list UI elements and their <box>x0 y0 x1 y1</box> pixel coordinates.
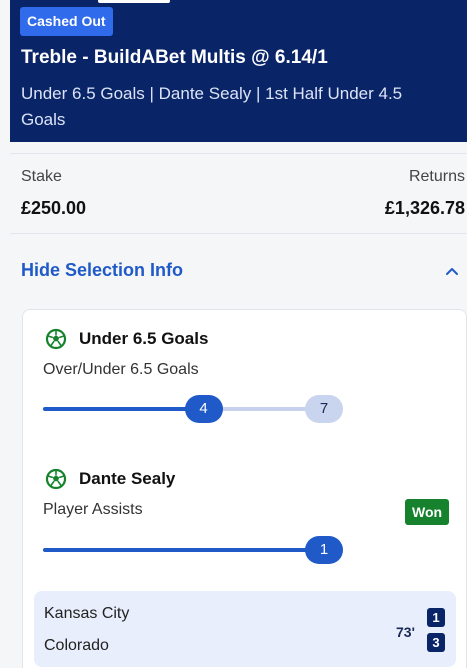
cashed-out-badge: Cashed Out <box>20 7 113 36</box>
stake-label: Stake <box>21 168 62 185</box>
home-score: 1 <box>427 608 445 627</box>
current-count-pill: 4 <box>184 395 223 423</box>
hide-selection-info-toggle[interactable]: Hide Selection Info <box>10 250 467 290</box>
bet-header: Cashed Out Treble - BuildABet Multis @ 6… <box>10 0 467 142</box>
selection-market: Player Assists <box>43 501 143 518</box>
football-icon <box>45 328 67 350</box>
selection-market: Over/Under 6.5 Goals <box>43 361 199 378</box>
progress-fill <box>43 407 204 411</box>
chevron-up-icon[interactable] <box>445 264 459 278</box>
current-count-pill: 1 <box>305 536 343 564</box>
stake-returns-summary: Stake £250.00 Returns £1,326.78 <box>10 153 467 234</box>
selection-name: Under 6.5 Goals <box>79 329 209 348</box>
stake-value: £250.00 <box>21 198 87 218</box>
match-minute: 73' <box>396 624 415 640</box>
selection-name: Dante Sealy <box>79 469 176 488</box>
selection-info-card: Under 6.5 Goals Over/Under 6.5 Goals 4 7… <box>22 309 467 668</box>
progress-fill <box>43 548 324 552</box>
football-icon <box>45 468 67 490</box>
returns-label: Returns <box>408 168 465 185</box>
away-team: Colorado <box>44 637 109 654</box>
bet-title: Treble - BuildABet Multis @ 6.14/1 <box>21 47 328 68</box>
won-badge: Won <box>405 499 450 525</box>
target-count-pill: 7 <box>305 395 343 423</box>
home-team: Kansas City <box>44 605 130 622</box>
hide-selection-info-label[interactable]: Hide Selection Info <box>21 260 183 281</box>
away-score: 3 <box>427 633 445 652</box>
bet-legs-summary: Under 6.5 Goals | Dante Sealy | 1st Half… <box>21 84 403 129</box>
active-tab-indicator <box>98 0 170 3</box>
returns-value: £1,326.78 <box>384 198 465 218</box>
match-scoreboard: Kansas City Colorado 73' 1 3 <box>34 591 456 667</box>
